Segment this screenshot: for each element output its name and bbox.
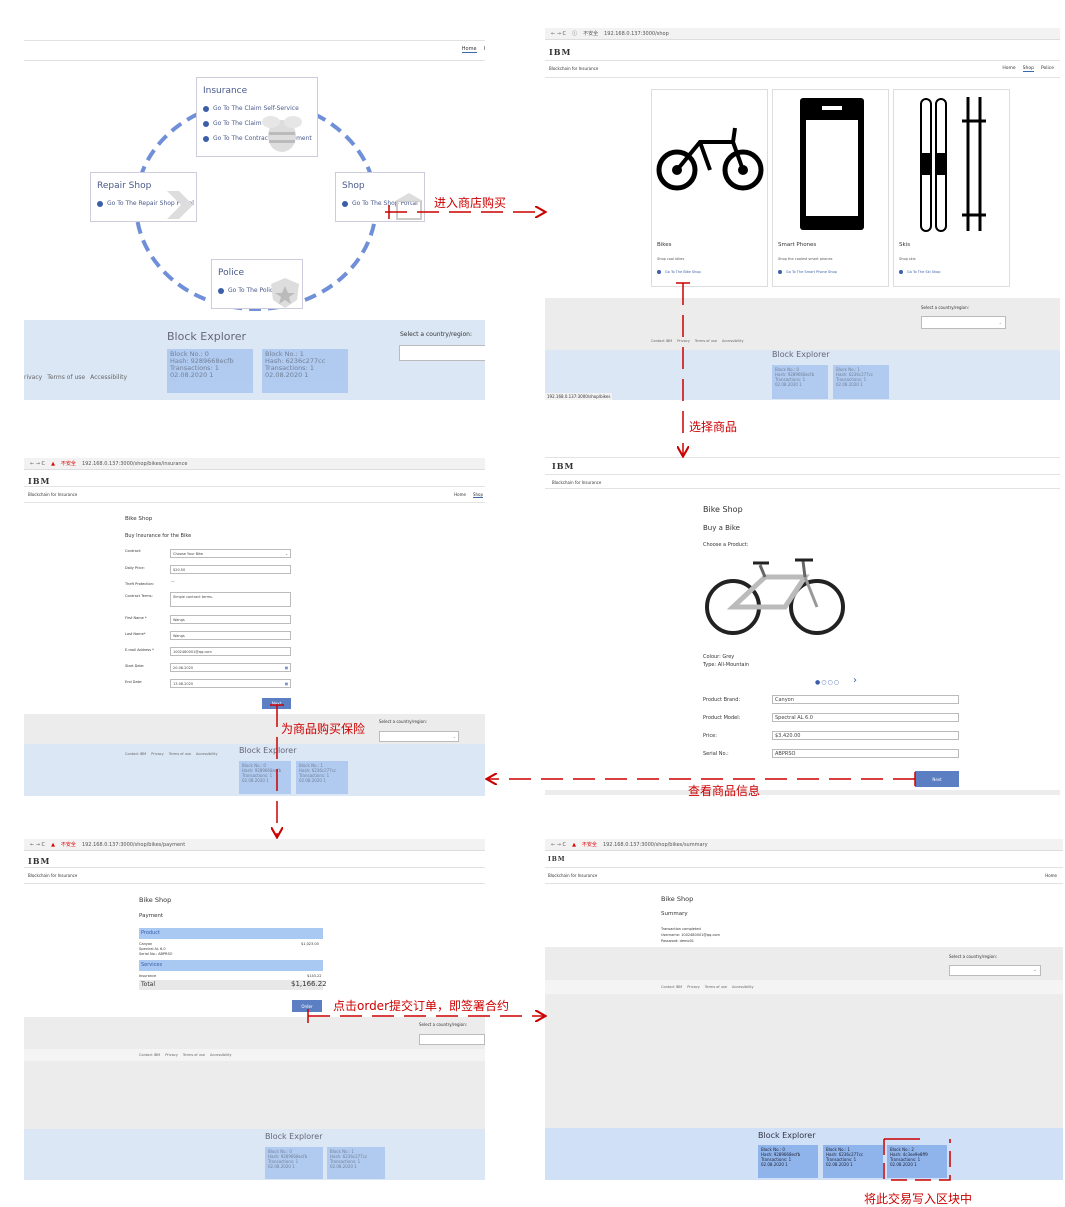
annotation-arrows bbox=[270, 205, 951, 1181]
caption-enter-shop: 进入商店购买 bbox=[434, 196, 507, 210]
caption-view-info: 查看商品信息 bbox=[688, 784, 761, 798]
caption-place-order: 点击order提交订单，即签署合约 bbox=[333, 999, 509, 1013]
caption-write-block: 将此交易写入区块中 bbox=[864, 1192, 973, 1206]
caption-choose-product: 选择商品 bbox=[689, 420, 738, 434]
caption-buy-insurance: 为商品购买保险 bbox=[281, 722, 366, 736]
